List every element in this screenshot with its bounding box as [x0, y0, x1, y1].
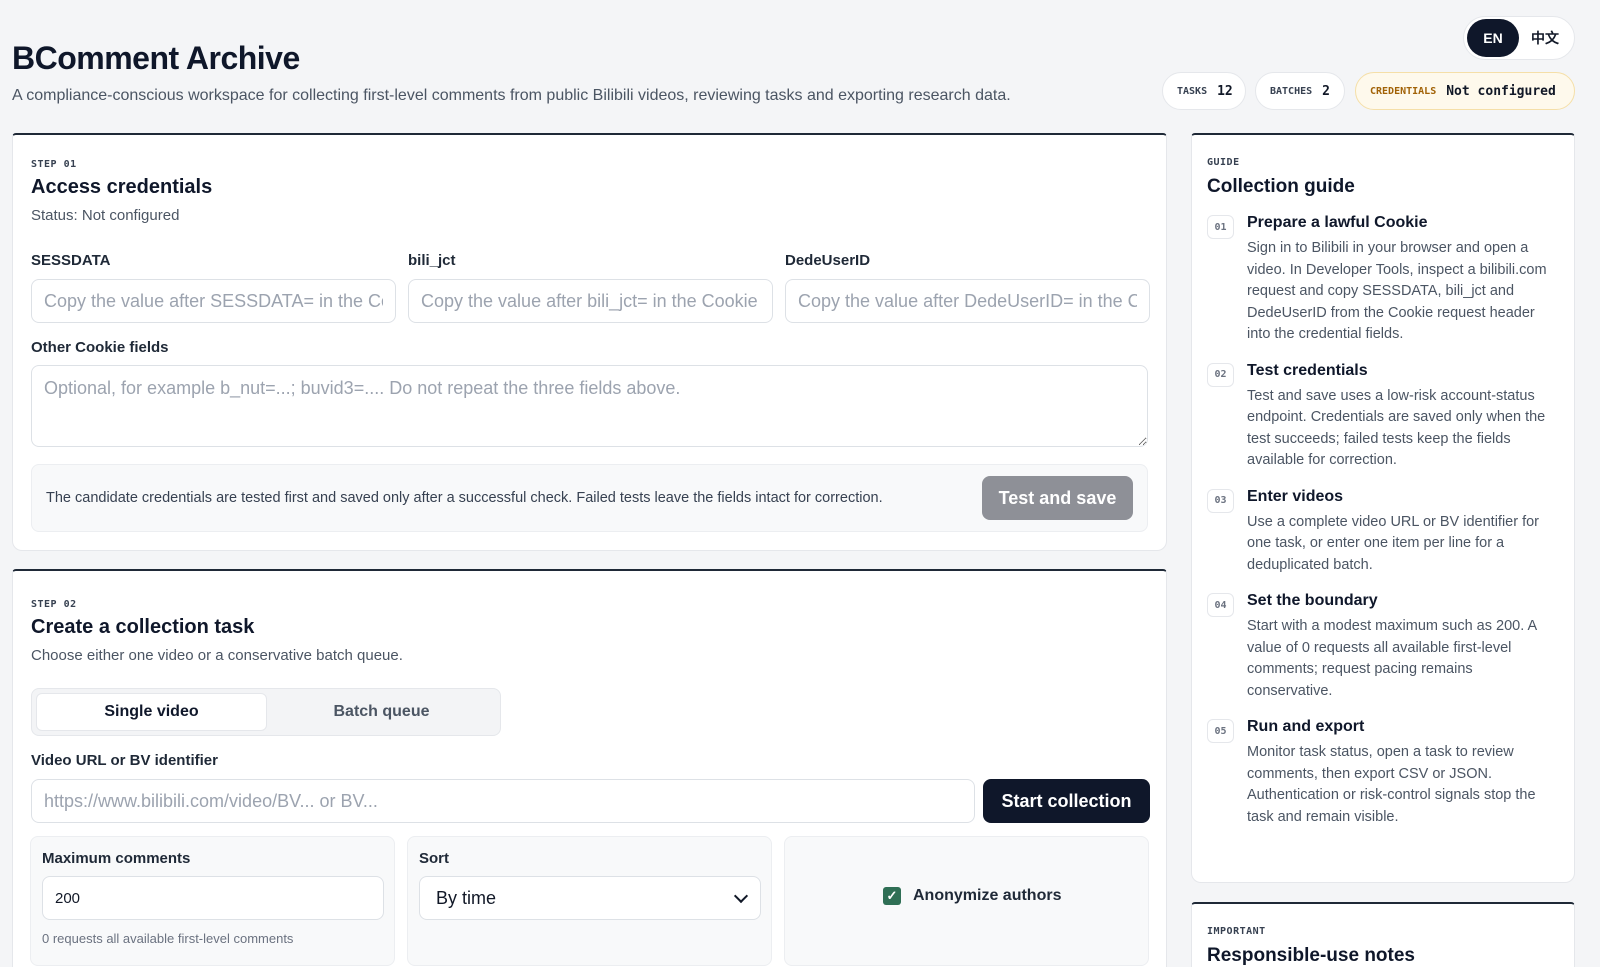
sort-label: Sort	[419, 850, 449, 867]
guide-step-title: Test credentials	[1247, 361, 1368, 379]
mode-tabs: Single video Batch queue	[31, 688, 501, 736]
collection-task-desc: Choose either one video or a conservativ…	[31, 647, 403, 664]
credentials-card: STEP 01 Access credentials Status: Not c…	[12, 133, 1167, 551]
guide-step: 01 Prepare a lawful Cookie Sign in to Bili…	[1207, 214, 1558, 346]
sessdata-input[interactable]	[31, 279, 396, 323]
guide-step-text: Monitor task status, open a task to revi…	[1247, 744, 1536, 825]
guide-step-text: Use a complete video URL or BV identifie…	[1247, 513, 1540, 573]
collection-guide-card: GUIDE Collection guide 01 Prepare a lawfu…	[1191, 133, 1575, 883]
credentials-title: Access credentials	[31, 176, 213, 198]
language-toggle: EN 中文	[1463, 16, 1575, 60]
guide-step-number: 02	[1207, 362, 1234, 387]
guide-step-number: 04	[1207, 593, 1234, 617]
collection-task-title: Create a collection task	[31, 616, 255, 638]
guide-step-title: Run and export	[1247, 718, 1365, 735]
credentials-status: Not configured	[1446, 83, 1556, 99]
tasks-count: 12	[1217, 83, 1233, 99]
batches-count: 2	[1322, 83, 1330, 99]
important-label: IMPORTANT	[1207, 926, 1266, 937]
sort-selected-value: By time	[436, 887, 497, 908]
sort-select[interactable]: By time	[419, 876, 761, 920]
lang-zh-button[interactable]: 中文	[1519, 19, 1571, 57]
credentials-label: CREDENTIALS	[1370, 85, 1437, 97]
max-comments-label: Maximum comments	[42, 850, 191, 867]
important-card: IMPORTANT Responsible-use notes	[1191, 902, 1575, 967]
guide-step-number: 03	[1207, 488, 1234, 513]
anonymize-panel: ✓ Anonymize authors	[784, 836, 1149, 966]
batches-pill: BATCHES 2	[1255, 72, 1345, 110]
bili-jct-input[interactable]	[408, 279, 773, 323]
app-subtitle: A compliance-conscious workspace for col…	[12, 87, 1011, 104]
credentials-notice-box: The candidate credentials are tested fir…	[31, 464, 1148, 532]
other-cookie-textarea[interactable]	[31, 365, 1148, 447]
anonymize-checkbox[interactable]: ✓	[883, 887, 901, 905]
guide-step-text: Sign in to Bilibili in your browser and …	[1247, 240, 1547, 342]
video-url-input[interactable]	[31, 779, 975, 823]
tab-batch-queue[interactable]: Batch queue	[267, 693, 496, 731]
test-and-save-button[interactable]: Test and save	[982, 476, 1133, 520]
anonymize-label: Anonymize authors	[913, 887, 1062, 904]
step-02-label: STEP 02	[31, 599, 77, 610]
lang-en-button[interactable]: EN	[1467, 19, 1519, 57]
guide-step: 05 Run and export Monitor task status, ope…	[1207, 718, 1558, 828]
guide-label: GUIDE	[1207, 157, 1240, 168]
guide-step: 02 Test credentials Test and save uses a l…	[1207, 362, 1558, 472]
guide-step-text: Test and save uses a low-risk account-st…	[1247, 387, 1546, 469]
sort-panel: Sort By time	[407, 836, 772, 966]
guide-title: Collection guide	[1207, 176, 1355, 197]
app-title: BComment Archive	[12, 40, 300, 76]
video-url-label: Video URL or BV identifier	[31, 752, 218, 769]
max-comments-hint: 0 requests all available first-level com…	[42, 931, 294, 946]
guide-step-title: Set the boundary	[1247, 592, 1378, 609]
important-title: Responsible-use notes	[1207, 945, 1415, 966]
max-comments-input[interactable]	[42, 876, 384, 920]
start-collection-button[interactable]: Start collection	[983, 779, 1150, 823]
dedeuserid-label: DedeUserID	[785, 252, 871, 269]
credentials-status-text: Status: Not configured	[31, 207, 180, 224]
tasks-label: TASKS	[1177, 85, 1208, 97]
guide-step-title: Prepare a lawful Cookie	[1247, 214, 1428, 231]
step-01-label: STEP 01	[31, 159, 77, 170]
sessdata-label: SESSDATA	[31, 252, 111, 269]
tasks-pill: TASKS 12	[1162, 72, 1246, 110]
page-header: BComment Archive A compliance-conscious …	[12, 40, 1011, 105]
guide-step-text: Start with a modest maximum such as 200.…	[1247, 618, 1537, 699]
chevron-down-icon	[733, 888, 749, 904]
anonymize-option[interactable]: ✓ Anonymize authors	[883, 887, 1061, 905]
credentials-notice: The candidate credentials are tested fir…	[46, 490, 883, 506]
dedeuserid-input[interactable]	[785, 279, 1150, 323]
other-cookie-label: Other Cookie fields	[31, 339, 169, 356]
guide-step-title: Enter videos	[1247, 487, 1344, 505]
batches-label: BATCHES	[1270, 85, 1313, 97]
guide-step-number: 05	[1207, 719, 1234, 743]
bili-jct-label: bili_jct	[408, 252, 456, 269]
guide-step-number: 01	[1207, 215, 1234, 239]
max-comments-panel: Maximum comments 0 requests all availabl…	[30, 836, 395, 966]
guide-step: 03 Enter videos Use a complete video URL o…	[1207, 488, 1558, 577]
guide-step: 04 Set the boundary Start with a modest ma…	[1207, 592, 1558, 702]
tab-single-video[interactable]: Single video	[36, 693, 267, 731]
credentials-pill: CREDENTIALS Not configured	[1355, 72, 1575, 110]
